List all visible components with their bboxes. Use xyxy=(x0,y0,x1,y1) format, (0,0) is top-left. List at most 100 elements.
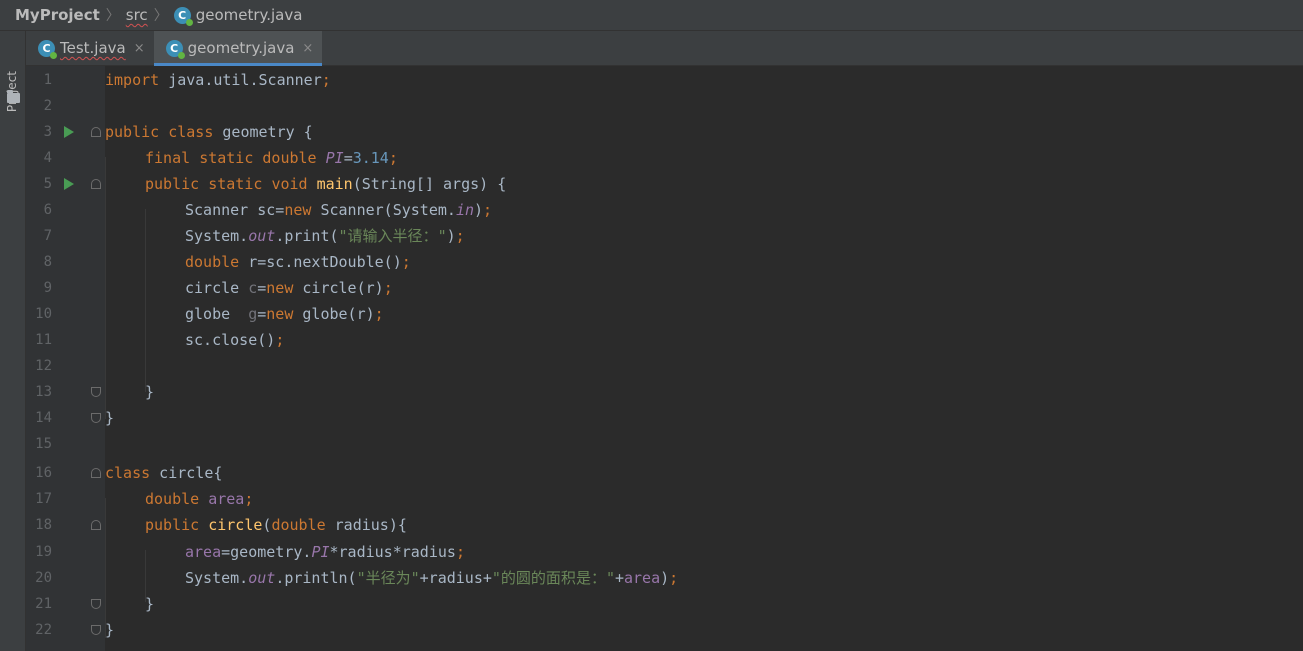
token: circle(r) xyxy=(293,279,384,297)
code-text: } xyxy=(145,379,154,405)
token: ; xyxy=(244,490,254,508)
line-number: 5 xyxy=(43,176,52,192)
line-number: 18 xyxy=(35,517,52,533)
code-line: 21 } xyxy=(26,591,1303,617)
code-text: } xyxy=(145,591,154,617)
fold-icon[interactable] xyxy=(91,468,101,478)
fold-icon[interactable] xyxy=(91,127,101,137)
code-line: 12 xyxy=(26,353,1303,379)
token: + xyxy=(614,569,624,587)
token: public xyxy=(105,123,160,141)
line-number: 2 xyxy=(43,98,52,114)
line-number: 21 xyxy=(35,596,52,612)
run-icon[interactable] xyxy=(64,178,74,190)
line-number: 19 xyxy=(35,544,52,560)
token: public xyxy=(145,175,200,193)
token: ; xyxy=(275,331,285,349)
breadcrumb-file[interactable]: geometry.java xyxy=(196,6,303,24)
code-line: 22 } xyxy=(26,617,1303,643)
token: area xyxy=(208,490,245,508)
code-line: 17 double area; xyxy=(26,486,1303,512)
code-line: 3 public class geometry { xyxy=(26,119,1303,145)
code-line: 20 System.out.println("半径为"+radius+"的圆的面… xyxy=(26,565,1303,591)
token: out xyxy=(248,569,276,587)
code-line: 1 import java.util.Scanner; xyxy=(26,67,1303,93)
code-line: 16 class circle{ xyxy=(26,460,1303,486)
token: ) xyxy=(474,201,484,219)
close-icon[interactable]: × xyxy=(302,41,313,56)
breadcrumb-folder[interactable]: src xyxy=(126,6,148,24)
token: PI xyxy=(311,543,330,561)
fold-icon[interactable] xyxy=(91,599,101,609)
line-number: 15 xyxy=(35,436,52,452)
tool-window-strip: Project xyxy=(0,31,26,651)
token: System. xyxy=(185,569,249,587)
line-number: 9 xyxy=(43,280,52,296)
token: new xyxy=(284,201,312,219)
folder-icon[interactable] xyxy=(7,90,20,103)
line-number: 4 xyxy=(43,150,52,166)
token: ; xyxy=(383,279,393,297)
code-text: sc.close(); xyxy=(185,327,284,353)
token: circle xyxy=(185,279,249,297)
fold-icon[interactable] xyxy=(91,179,101,189)
token: void xyxy=(271,175,308,193)
token: = xyxy=(343,149,353,167)
token: radius){ xyxy=(325,516,407,534)
fold-icon[interactable] xyxy=(91,520,101,530)
tab-geometry-java[interactable]: C geometry.java × xyxy=(153,31,323,66)
code-text: area=geometry.PI*radius*radius; xyxy=(185,539,465,565)
token: new xyxy=(266,279,294,297)
code-line: 4 final static double PI=3.14; xyxy=(26,145,1303,171)
token: c xyxy=(248,279,258,297)
token: } xyxy=(105,409,115,427)
code-line: 9 circle c=new circle(r); xyxy=(26,275,1303,301)
line-number: 8 xyxy=(43,254,52,270)
code-line: 15 xyxy=(26,431,1303,457)
token: ) xyxy=(660,569,670,587)
breadcrumb-project[interactable]: MyProject xyxy=(15,6,100,24)
fold-icon[interactable] xyxy=(91,413,101,423)
token: } xyxy=(145,383,155,401)
line-number: 11 xyxy=(35,332,52,348)
line-number: 14 xyxy=(35,410,52,426)
fold-icon[interactable] xyxy=(91,625,101,635)
token: Scanner(System. xyxy=(311,201,456,219)
line-number: 17 xyxy=(35,491,52,507)
line-number: 6 xyxy=(43,202,52,218)
token: ) xyxy=(446,227,456,245)
code-line: 2 xyxy=(26,93,1303,119)
token: double xyxy=(185,253,240,271)
code-line: 11 sc.close(); xyxy=(26,327,1303,353)
token: Scanner sc= xyxy=(185,201,285,219)
token: +radius+ xyxy=(419,569,492,587)
token: "请输入半径：" xyxy=(338,227,447,245)
token: import xyxy=(105,71,160,89)
java-class-icon: C xyxy=(173,6,193,26)
token: double xyxy=(145,490,200,508)
token: public xyxy=(145,516,200,534)
token: area xyxy=(624,569,661,587)
close-icon[interactable]: × xyxy=(134,41,145,56)
token: geometry { xyxy=(213,123,313,141)
token: ; xyxy=(455,543,465,561)
fold-icon[interactable] xyxy=(91,387,101,397)
code-text: System.out.print("请输入半径："); xyxy=(185,223,465,249)
token: main xyxy=(316,175,353,193)
token: in xyxy=(455,201,474,219)
token: static xyxy=(208,175,263,193)
chevron-right-icon: 〉 xyxy=(105,8,120,24)
token: ; xyxy=(401,253,411,271)
code-editor[interactable]: 1 import java.util.Scanner; 2 3 public c… xyxy=(26,66,1303,651)
code-text: double area; xyxy=(145,486,253,512)
token: } xyxy=(105,621,115,639)
code-text: public static void main(String[] args) { xyxy=(145,171,506,197)
code-text: System.out.println("半径为"+radius+"的圆的面积是：… xyxy=(185,565,678,591)
token: "的圆的面积是：" xyxy=(491,569,615,587)
token: =geometry. xyxy=(221,543,312,561)
token: ; xyxy=(388,149,398,167)
tab-test-java[interactable]: C Test.java × xyxy=(26,31,154,65)
run-icon[interactable] xyxy=(64,126,74,138)
line-number: 3 xyxy=(43,124,52,140)
editor-tabs: C Test.java × C geometry.java × xyxy=(26,31,1303,66)
